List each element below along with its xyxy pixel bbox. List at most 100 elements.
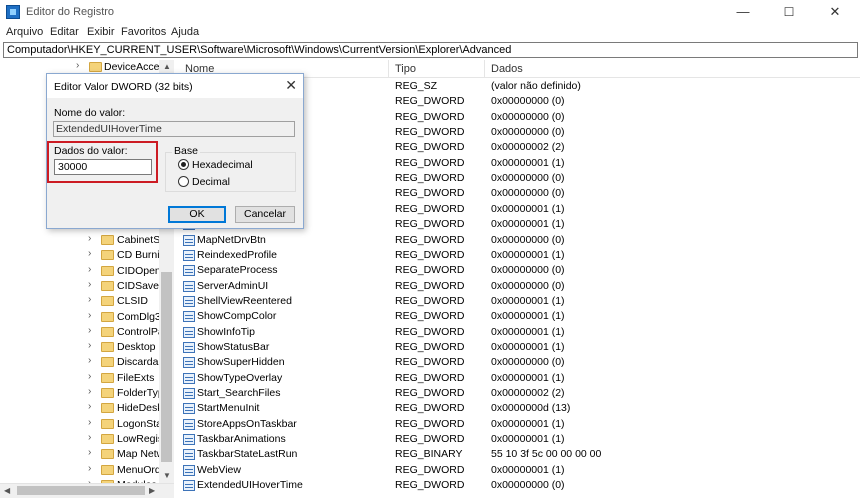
table-row[interactable]: ExtendedUIHoverTime REG_DWORD 0x00000000 (… [175, 478, 860, 493]
registry-value-icon [183, 434, 195, 446]
tree-item[interactable]: › CabinetSt [0, 233, 160, 248]
tree-item[interactable]: › CD Burnin [0, 248, 160, 263]
chevron-right-icon[interactable]: › [88, 386, 91, 397]
chevron-right-icon[interactable]: › [88, 340, 91, 351]
maximize-button[interactable]: ☐ [766, 0, 812, 24]
chevron-right-icon[interactable]: › [88, 355, 91, 366]
chevron-right-icon[interactable]: › [88, 371, 91, 382]
tree-item-label: Desktop [117, 341, 156, 354]
ok-button[interactable]: OK [168, 206, 226, 223]
table-row[interactable]: StartMenuInit REG_DWORD 0x0000000d (13) [175, 401, 860, 416]
column-header-type[interactable]: Tipo [395, 63, 416, 75]
value-data: 0x00000000 (0) [491, 356, 565, 369]
column-header-data[interactable]: Dados [491, 63, 523, 75]
chevron-right-icon[interactable]: › [76, 60, 79, 71]
value-data: 0x00000001 (1) [491, 417, 565, 430]
table-row[interactable]: TaskbarAnimations REG_DWORD 0x00000001 (1) [175, 432, 860, 447]
table-row[interactable]: StoreAppsOnTaskbar REG_DWORD 0x00000001 (1… [175, 417, 860, 432]
scroll-up-arrow-icon[interactable]: ▲ [163, 62, 171, 71]
value-data: 0x00000000 (0) [491, 110, 565, 123]
table-row[interactable]: ShowTypeOverlay REG_DWORD 0x00000001 (1) [175, 371, 860, 386]
column-separator[interactable] [484, 60, 485, 78]
value-type: REG_DWORD [395, 187, 465, 200]
table-row[interactable]: ServerAdminUI REG_DWORD 0x00000000 (0) [175, 279, 860, 294]
value-type: REG_DWORD [395, 294, 465, 307]
tree-item[interactable]: › CLSID [0, 294, 160, 309]
menu-editar[interactable]: Editar [50, 26, 79, 38]
folder-icon [101, 433, 114, 444]
tree-item[interactable]: › HideDeskt [0, 401, 160, 416]
tree-item[interactable]: › FileExts [0, 371, 160, 386]
registry-value-icon [183, 372, 195, 384]
tree-item[interactable]: › ControlPa [0, 325, 160, 340]
hexadecimal-radio[interactable] [178, 159, 189, 170]
table-row[interactable]: ReindexedProfile REG_DWORD 0x00000001 (1) [175, 248, 860, 263]
value-data: 0x00000000 (0) [491, 187, 565, 200]
folder-icon [101, 357, 114, 368]
table-row[interactable]: MapNetDrvBtn REG_DWORD 0x00000000 (0) [175, 233, 860, 248]
table-row[interactable]: ShowSuperHidden REG_DWORD 0x00000000 (0) [175, 355, 860, 370]
tree-item[interactable]: › Desktop [0, 340, 160, 355]
chevron-right-icon[interactable]: › [88, 417, 91, 428]
folder-icon [101, 403, 114, 414]
value-name-label: Nome do valor: [54, 107, 126, 119]
chevron-right-icon[interactable]: › [88, 401, 91, 412]
dialog-close-icon[interactable]: ✕ [285, 78, 297, 92]
chevron-right-icon[interactable]: › [88, 463, 91, 474]
scroll-down-arrow-icon[interactable]: ▼ [163, 471, 171, 480]
close-button[interactable]: ✕ [812, 0, 858, 24]
tree-item[interactable]: › CIDSave [0, 279, 160, 294]
table-row[interactable]: WebView REG_DWORD 0x00000001 (1) [175, 463, 860, 478]
minimize-button[interactable]: — [720, 0, 766, 24]
table-row[interactable]: Start_SearchFiles REG_DWORD 0x00000002 (2) [175, 386, 860, 401]
tree-item-label: ComDlg32 [117, 310, 160, 323]
tree-item[interactable]: › CIDOpen [0, 264, 160, 279]
cancel-button[interactable]: Cancelar [235, 206, 295, 223]
chevron-right-icon[interactable]: › [88, 432, 91, 443]
tree-item[interactable]: › LowRegist [0, 432, 160, 447]
table-row[interactable]: TaskbarStateLastRun REG_BINARY 55 10 3f 5c… [175, 447, 860, 462]
value-name: ShowInfoTip [197, 325, 255, 338]
value-type: REG_DWORD [395, 371, 465, 384]
chevron-right-icon[interactable]: › [88, 325, 91, 336]
title-bar: Editor do Registro — ☐ ✕ [0, 0, 860, 24]
menu-bar: Arquivo Editar Exibir Favoritos Ajuda [0, 25, 860, 41]
table-row[interactable]: ShowInfoTip REG_DWORD 0x00000001 (1) [175, 325, 860, 340]
tree-item[interactable]: › Discardab [0, 355, 160, 370]
column-separator[interactable] [388, 60, 389, 78]
value-data: 0x00000001 (1) [491, 202, 565, 215]
tree-item[interactable]: › Map Netw [0, 447, 160, 462]
table-row[interactable]: ShowStatusBar REG_DWORD 0x00000001 (1) [175, 340, 860, 355]
chevron-right-icon[interactable]: › [88, 264, 91, 275]
table-row[interactable]: ShellViewReentered REG_DWORD 0x00000001 (1… [175, 294, 860, 309]
address-bar[interactable]: Computador\HKEY_CURRENT_USER\Software\Mi… [3, 42, 858, 58]
value-type: REG_DWORD [395, 433, 465, 446]
tree-item[interactable]: › ComDlg32 [0, 310, 160, 325]
value-name-field: ExtendedUIHoverTime [53, 121, 295, 137]
menu-exibir[interactable]: Exibir [87, 26, 115, 38]
chevron-right-icon[interactable]: › [88, 233, 91, 244]
chevron-right-icon[interactable]: › [88, 248, 91, 259]
scroll-left-arrow-icon[interactable]: ◀ [4, 486, 10, 495]
chevron-right-icon[interactable]: › [88, 279, 91, 290]
decimal-radio[interactable] [178, 176, 189, 187]
tree-hscroll-thumb[interactable] [17, 486, 145, 495]
table-row[interactable]: SeparateProcess REG_DWORD 0x00000000 (0) [175, 263, 860, 278]
chevron-right-icon[interactable]: › [88, 447, 91, 458]
menu-ajuda[interactable]: Ajuda [171, 26, 199, 38]
tree-item[interactable]: › LogonStat [0, 417, 160, 432]
scroll-right-arrow-icon[interactable]: ▶ [149, 486, 155, 495]
value-type: REG_DWORD [395, 156, 465, 169]
value-type: REG_BINARY [395, 448, 463, 461]
tree-item[interactable]: › MenuOrde [0, 463, 160, 478]
menu-favoritos[interactable]: Favoritos [121, 26, 166, 38]
chevron-right-icon[interactable]: › [88, 294, 91, 305]
decimal-radio-label[interactable]: Decimal [192, 176, 230, 188]
hexadecimal-radio-label[interactable]: Hexadecimal [192, 159, 253, 171]
tree-item[interactable]: › FolderTyp [0, 386, 160, 401]
value-data-input[interactable]: 30000 [54, 159, 152, 175]
chevron-right-icon[interactable]: › [88, 310, 91, 321]
tree-scroll-thumb[interactable] [161, 272, 172, 462]
table-row[interactable]: ShowCompColor REG_DWORD 0x00000001 (1) [175, 309, 860, 324]
menu-arquivo[interactable]: Arquivo [6, 26, 43, 38]
